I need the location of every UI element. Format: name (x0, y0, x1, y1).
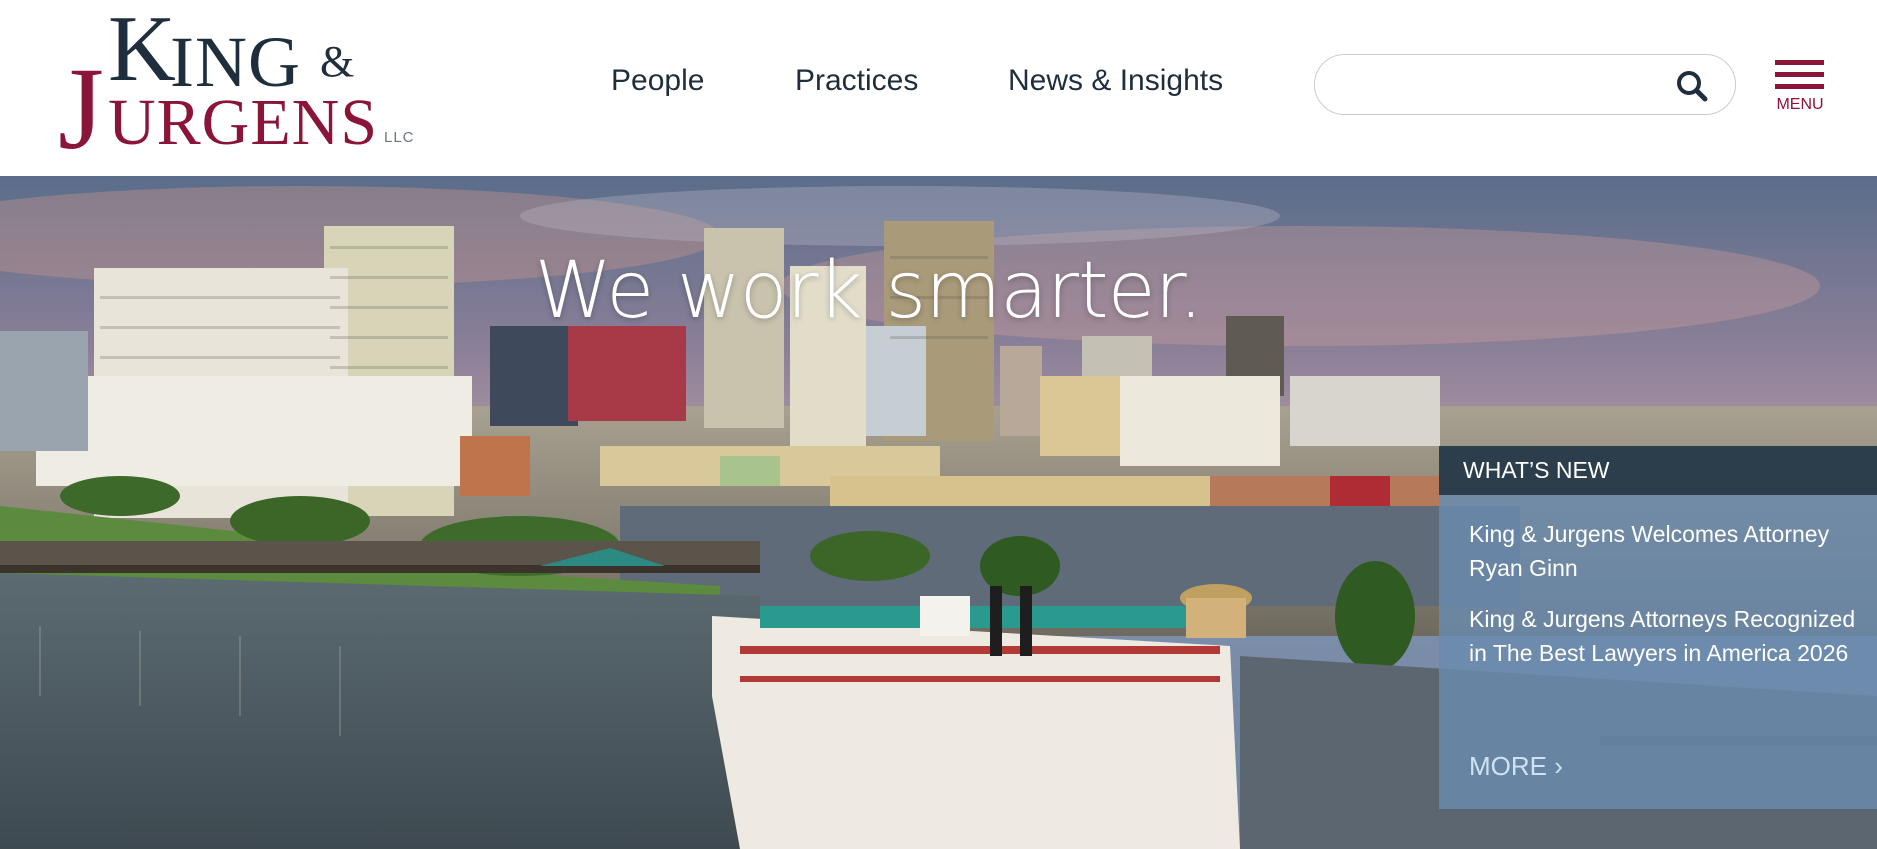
search-icon[interactable] (1675, 69, 1709, 103)
whats-new-body: King & Jurgens Welcomes Attorney Ryan Gi… (1439, 495, 1877, 809)
more-link[interactable]: MORE › (1469, 751, 1563, 782)
hero-headline: We work smarter. (534, 246, 1204, 336)
news-link-best-lawyers[interactable]: King & Jurgens Attorneys Recognized in T… (1469, 602, 1869, 670)
menu-label: MENU (1776, 96, 1824, 113)
search-box[interactable] (1314, 54, 1736, 115)
whats-new-panel: WHAT’S NEW King & Jurgens Welcomes Attor… (1439, 446, 1877, 809)
logo-ampersand: & (320, 37, 356, 86)
site-header: K ING & J URGENS LLC People Practices Ne… (0, 0, 1877, 176)
search-input[interactable] (1337, 65, 1657, 105)
logo-letter-k: K (108, 0, 177, 101)
news-link-ryan-ginn[interactable]: King & Jurgens Welcomes Attorney Ryan Gi… (1469, 517, 1869, 585)
whats-new-title: WHAT’S NEW (1439, 446, 1877, 495)
nav-people[interactable]: People (611, 64, 704, 104)
logo-text-jurgens: URGENS (108, 86, 379, 159)
logo-letter-j: J (58, 43, 105, 174)
king-jurgens-logo[interactable]: K ING & J URGENS LLC (58, 2, 418, 168)
menu-button[interactable]: MENU (1772, 56, 1828, 118)
nav-news-insights[interactable]: News & Insights (1008, 64, 1223, 104)
nav-practices[interactable]: Practices (795, 64, 918, 104)
hamburger-icon (1775, 60, 1824, 65)
logo-llc: LLC (384, 129, 415, 146)
